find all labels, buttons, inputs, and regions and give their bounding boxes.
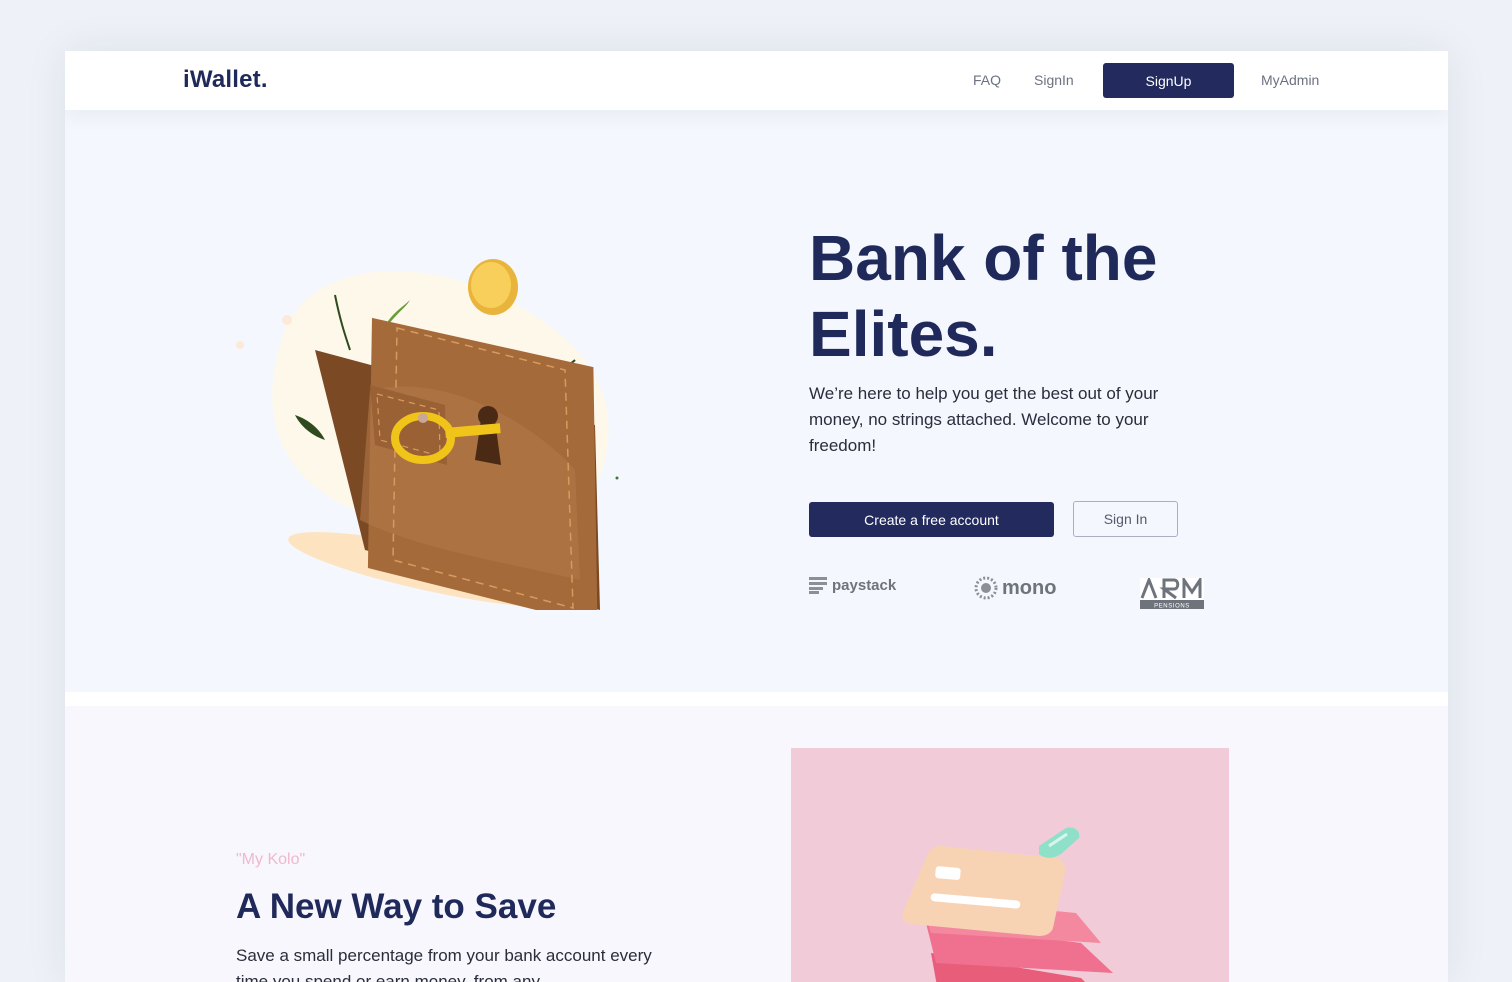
my-kolo-tag: "My Kolo": [236, 851, 306, 868]
top-navbar: iWallet. FAQ SignIn SignUp MyAdmin: [65, 51, 1448, 110]
partner-mono: mono: [974, 576, 1056, 600]
nav-myadmin-link[interactable]: MyAdmin: [1261, 72, 1319, 88]
arm-pensions-logo: PENSIONS: [1140, 578, 1204, 610]
save-section: "My Kolo" A New Way to Save Save a small…: [65, 706, 1448, 982]
page-frame: iWallet. FAQ SignIn SignUp MyAdmin Bank …: [65, 51, 1448, 982]
paystack-logo-icon: [809, 577, 827, 594]
stacked-cards-illustration: [902, 827, 1113, 982]
hero-section: Bank of the Elites. We’re here to help y…: [65, 110, 1448, 692]
nav-signup-button[interactable]: SignUp: [1103, 63, 1234, 98]
partner-paystack: paystack: [809, 576, 896, 594]
arm-pensions-sub: PENSIONS: [1154, 604, 1190, 610]
hero-title: Bank of the Elites.: [809, 220, 1269, 372]
partner-paystack-label: paystack: [832, 576, 897, 594]
signin-button[interactable]: Sign In: [1073, 501, 1178, 537]
mono-logo-icon: [974, 576, 998, 600]
wallet-key-illustration: [236, 259, 619, 610]
partner-arm: PENSIONS: [1140, 578, 1204, 610]
hero-title-line-1: Bank of the: [809, 222, 1158, 294]
create-account-button[interactable]: Create a free account: [809, 502, 1054, 537]
partner-mono-label: mono: [1002, 576, 1057, 599]
hero-subtitle: We’re here to help you get the best out …: [809, 384, 1159, 455]
save-description: Save a small percentage from your bank a…: [236, 946, 652, 982]
hero-title-line-2: Elites.: [809, 298, 998, 370]
section-divider: [65, 692, 1448, 706]
cards-illustration: [791, 748, 1229, 982]
nav-faq-link[interactable]: FAQ: [973, 72, 1001, 88]
save-title: A New Way to Save: [236, 887, 557, 926]
nav-signin-link[interactable]: SignIn: [1034, 72, 1074, 88]
brand-logo[interactable]: iWallet.: [183, 66, 268, 94]
